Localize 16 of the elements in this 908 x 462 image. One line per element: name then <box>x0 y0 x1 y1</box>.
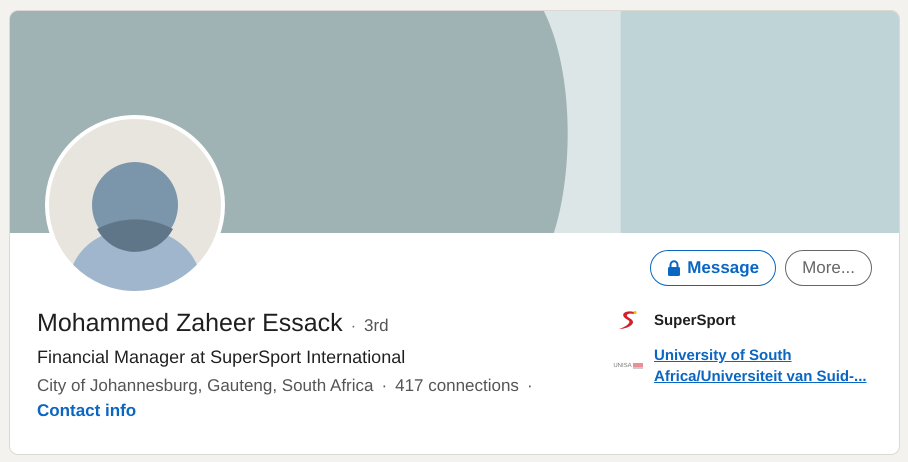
message-button[interactable]: Message <box>650 250 776 286</box>
location: City of Johannesburg, Gauteng, South Africa <box>37 376 374 396</box>
connection-degree: 3rd <box>364 316 389 336</box>
company-name: SuperSport <box>654 310 736 330</box>
company-logo-icon <box>617 309 639 331</box>
profile-name: Mohammed Zaheer Essack <box>37 309 343 338</box>
school-link[interactable]: University of South Africa/Universiteit van Suid-... <box>654 345 872 387</box>
separator-dot: · <box>350 318 356 336</box>
separator-dot: · <box>526 376 533 396</box>
separator-dot: · <box>381 376 388 396</box>
contact-info-link[interactable]: Contact info <box>37 401 136 421</box>
headline: Financial Manager at SuperSport International <box>37 347 406 368</box>
connections-count: 417 connections <box>395 376 519 396</box>
lock-icon <box>667 260 682 276</box>
more-button[interactable]: More... <box>785 250 872 286</box>
stripes-icon <box>632 363 643 369</box>
